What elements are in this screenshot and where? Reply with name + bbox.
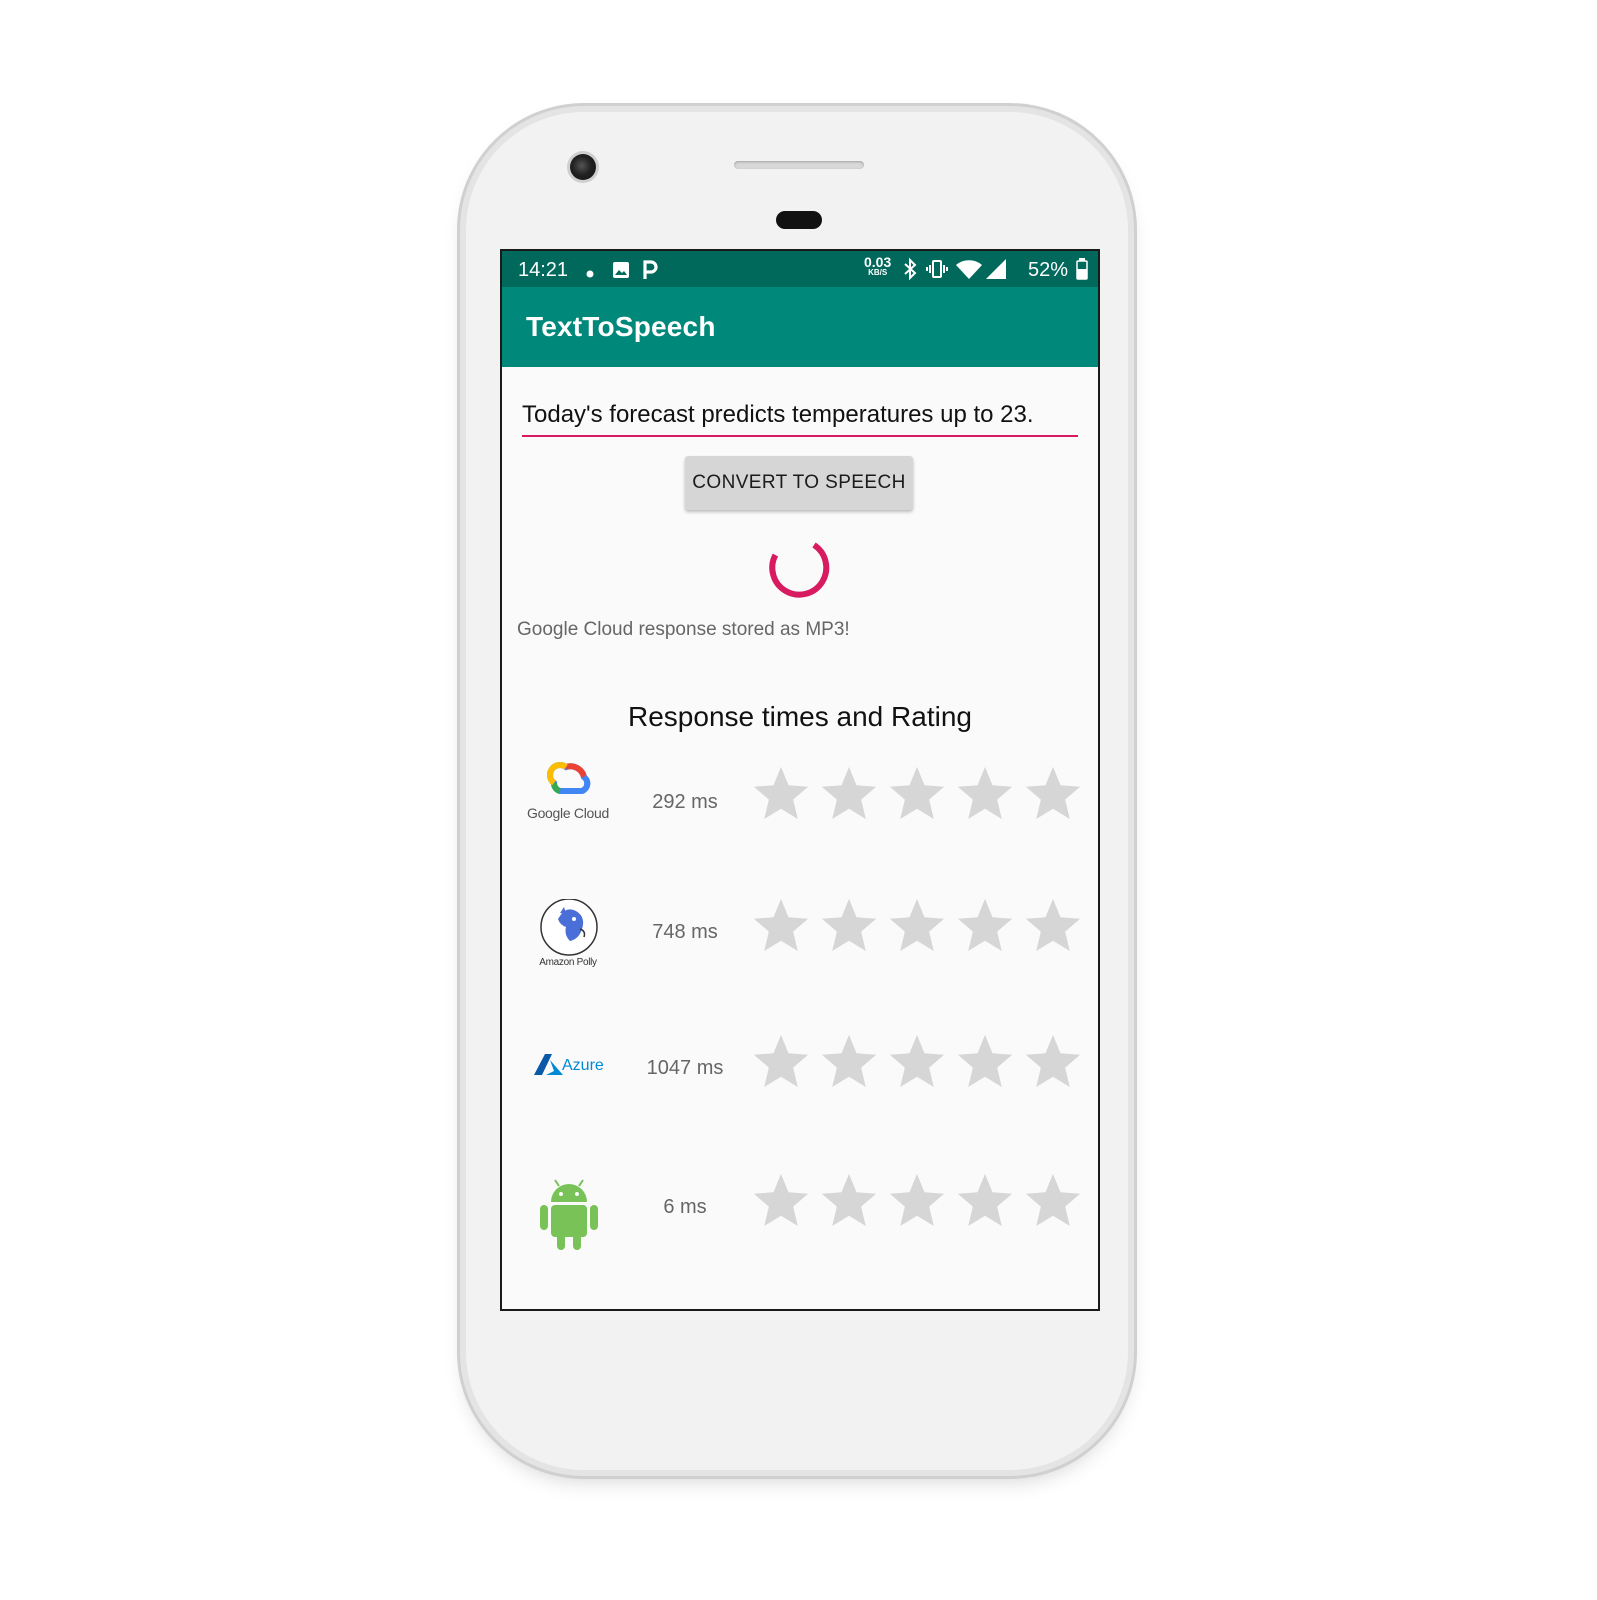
phone-screen: 14:21 0.03 KB/S 52% TextToSpeech Today's… [500, 249, 1100, 1311]
star-icon[interactable] [954, 895, 1016, 957]
star-icon[interactable] [818, 1170, 880, 1232]
response-time: 748 ms [652, 921, 718, 943]
rating-bar[interactable] [750, 763, 1090, 825]
star-icon[interactable] [1022, 1031, 1084, 1093]
proximity-sensor [776, 211, 822, 229]
star-icon[interactable] [886, 895, 948, 957]
amazon-polly-logo-text: Amazon Polly [539, 957, 597, 968]
image-icon [612, 261, 630, 284]
status-message: Google Cloud response stored as MP3! [517, 619, 850, 640]
star-icon[interactable] [886, 1031, 948, 1093]
net-speed-unit: KB/S [868, 268, 888, 277]
star-icon[interactable] [818, 1031, 880, 1093]
rating-bar[interactable] [750, 1031, 1090, 1093]
star-icon[interactable] [886, 1170, 948, 1232]
convert-to-speech-button[interactable]: CONVERT TO SPEECH [685, 456, 913, 510]
android-logo [524, 1176, 614, 1276]
network-speed: 0.03 KB/S [864, 255, 891, 277]
star-icon[interactable] [1022, 1170, 1084, 1232]
parking-icon [642, 259, 658, 286]
battery-icon [1076, 258, 1088, 285]
star-icon[interactable] [954, 1170, 1016, 1232]
app-bar: TextToSpeech [502, 287, 1098, 367]
azure-logo-text: Azure [562, 1057, 604, 1074]
earpiece-speaker [734, 161, 864, 169]
amazon-polly-logo: Amazon Polly [524, 898, 614, 999]
section-title: Response times and Rating [628, 701, 972, 732]
service-row-amazon-polly: Amazon Polly 748 ms [502, 898, 1098, 999]
star-icon[interactable] [750, 1170, 812, 1232]
google-cloud-logo: Google Cloud [524, 757, 614, 857]
star-icon[interactable] [886, 763, 948, 825]
star-icon[interactable] [954, 1031, 1016, 1093]
service-row-android: 6 ms [502, 1173, 1098, 1276]
dot-icon [586, 265, 594, 283]
status-bar: 14:21 0.03 KB/S 52% [502, 251, 1098, 287]
star-icon[interactable] [1022, 763, 1084, 825]
net-speed-value: 0.03 [864, 254, 892, 270]
service-row-azure: Azure 1047 ms [502, 1034, 1098, 1141]
star-icon[interactable] [750, 895, 812, 957]
star-icon[interactable] [1022, 895, 1084, 957]
azure-logo: Azure [524, 1041, 614, 1141]
response-time: 1047 ms [646, 1057, 724, 1079]
vibrate-icon [926, 258, 948, 285]
front-camera [570, 154, 596, 180]
text-input[interactable] [522, 401, 1082, 429]
response-time: 292 ms [652, 791, 718, 813]
input-underline [522, 435, 1078, 437]
signal-icon [986, 259, 1006, 284]
rating-bar[interactable] [750, 1170, 1090, 1232]
service-row-google-cloud: Google Cloud 292 ms [502, 757, 1098, 857]
response-time: 6 ms [663, 1196, 707, 1218]
star-icon[interactable] [750, 763, 812, 825]
battery-percent: 52% [1028, 259, 1069, 281]
wifi-icon [956, 259, 982, 284]
rating-bar[interactable] [750, 895, 1090, 957]
loading-spinner [765, 534, 835, 609]
star-icon[interactable] [818, 895, 880, 957]
star-icon[interactable] [954, 763, 1016, 825]
app-title: TextToSpeech [526, 311, 716, 342]
phone-power-button [1128, 434, 1134, 518]
star-icon[interactable] [750, 1031, 812, 1093]
star-icon[interactable] [818, 763, 880, 825]
status-time: 14:21 [518, 259, 569, 281]
phone-volume-button [1128, 624, 1134, 794]
google-cloud-logo-text: Google Cloud [526, 805, 609, 821]
bluetooth-icon [902, 257, 918, 285]
